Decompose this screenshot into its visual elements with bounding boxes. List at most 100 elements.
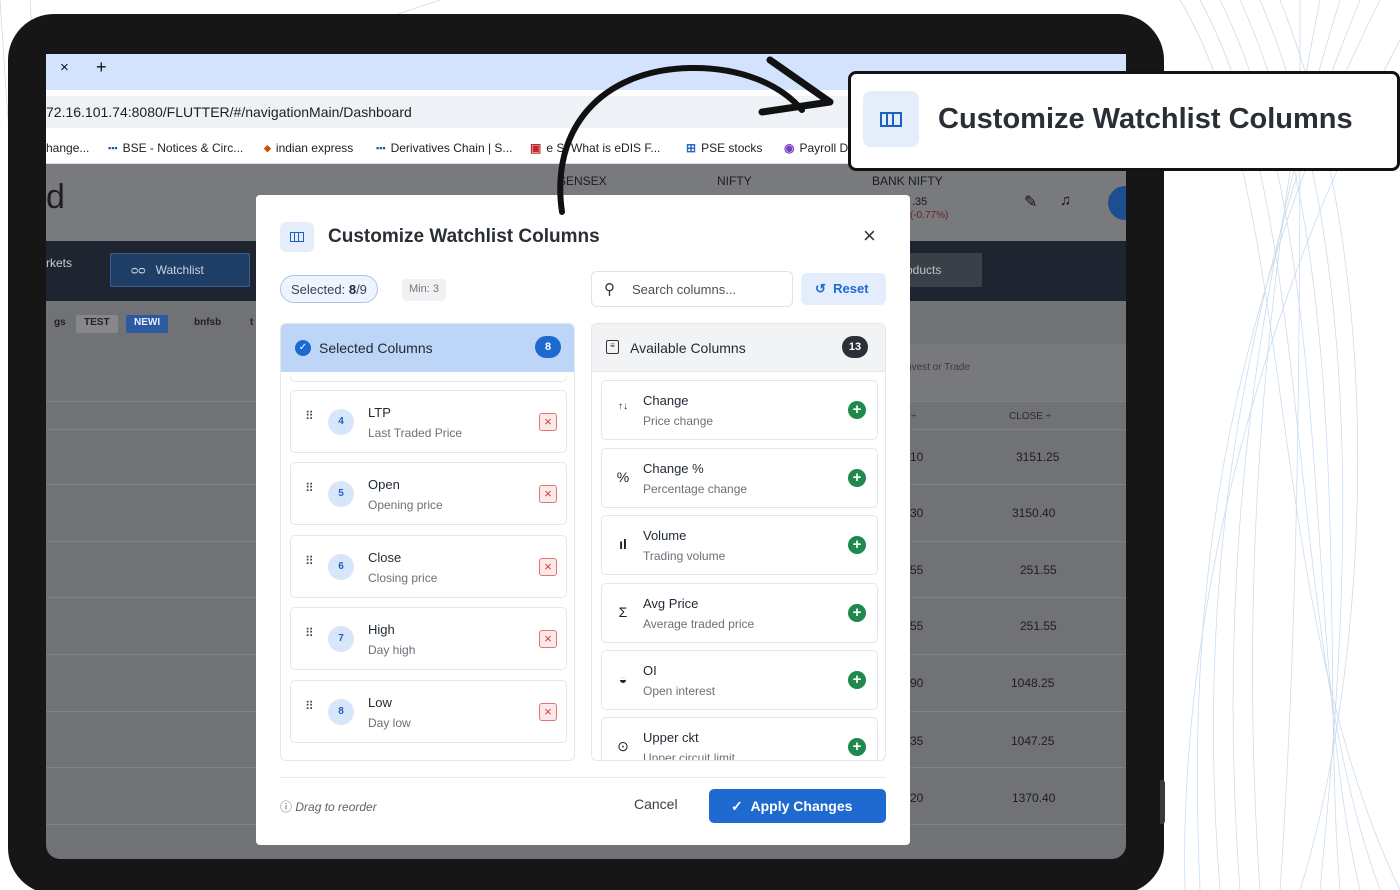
app-logo: d: [46, 178, 65, 216]
edit-icon[interactable]: ✎: [1024, 192, 1037, 212]
close-icon[interactable]: ×: [863, 223, 876, 249]
selected-column-item[interactable]: ⠿ 4 LTP Last Traded Price ×: [290, 390, 567, 453]
bookmark-item[interactable]: ◆ indian express: [264, 141, 353, 155]
cell-close: 1370.40: [1012, 791, 1056, 805]
bookmark-label: indian express: [275, 141, 354, 155]
cell-close: 1047.25: [1011, 734, 1055, 748]
bell-icon[interactable]: ♫: [1060, 192, 1071, 209]
watchlist-tab[interactable]: bnfsb: [186, 315, 229, 333]
remove-icon[interactable]: ×: [539, 630, 557, 648]
reset-icon: ↺: [815, 281, 826, 296]
available-column-item[interactable]: ⊙ Upper ckt Upper circuit limit +: [601, 717, 878, 760]
apply-changes-button[interactable]: ✓ Apply Changes: [709, 789, 886, 823]
selected-column-item[interactable]: ⠿ 6 Close Closing price ×: [290, 535, 567, 598]
column-title: Change: [643, 393, 689, 408]
reset-button[interactable]: ↺ Reset: [801, 273, 886, 305]
index-banknifty-change: (-0.77%): [910, 210, 949, 221]
check-icon: ✓: [731, 798, 743, 814]
cell-close: 3150.40: [1012, 506, 1056, 520]
selected-column-item[interactable]: ⠿ 5 Open Opening price ×: [290, 462, 567, 525]
column-description: Price change: [643, 414, 714, 428]
tab-close-icon[interactable]: ×: [60, 59, 76, 76]
cancel-button[interactable]: Cancel: [634, 796, 678, 812]
drag-hint-label: Drag to reorder: [295, 800, 377, 814]
column-title: Upper ckt: [643, 730, 699, 745]
column-description: Day low: [368, 716, 411, 730]
bookmark-item[interactable]: hange...: [46, 141, 89, 155]
search-icon: ⚲: [604, 281, 615, 298]
add-icon[interactable]: +: [848, 401, 866, 419]
index-banknifty-value: .35: [912, 196, 928, 208]
cell-prev: 90: [910, 676, 924, 690]
column-description: Opening price: [368, 498, 443, 512]
selected-label: Selected:: [291, 282, 346, 297]
cell-close: 1048.25: [1011, 676, 1055, 690]
column-title: Change %: [643, 461, 704, 476]
new-tab-button[interactable]: +: [96, 57, 107, 78]
customize-columns-modal: Customize Watchlist Columns × Selected: …: [256, 195, 910, 845]
available-column-item[interactable]: ↑↓ Change Price change +: [601, 380, 878, 440]
droplet-icon: ◒: [618, 671, 628, 687]
avatar[interactable]: [1108, 186, 1126, 220]
available-column-item[interactable]: % Change % Percentage change +: [601, 448, 878, 508]
info-icon: ⓘ: [280, 800, 293, 814]
add-icon[interactable]: +: [848, 469, 866, 487]
index-banknifty: BANK NIFTY: [872, 174, 943, 188]
table-search-placeholder: nvest or Trade: [906, 362, 970, 373]
circle-arrow-up-icon: ⊙: [617, 738, 629, 754]
cell-close: 251.55: [1020, 619, 1057, 633]
selected-column-item[interactable]: ⠿ 7 High Day high ×: [290, 607, 567, 670]
selected-count: 8: [535, 336, 561, 358]
nav-markets[interactable]: rkets: [46, 256, 72, 270]
remove-icon[interactable]: ×: [539, 413, 557, 431]
diamond-icon: ◆: [264, 142, 271, 153]
binoculars-icon: ᴑᴑ: [131, 263, 146, 277]
cell-prev: 10: [910, 450, 924, 464]
bookmark-item[interactable]: ▪▪▪ BSE - Notices & Circ...: [108, 141, 243, 155]
add-icon[interactable]: +: [848, 671, 866, 689]
drag-handle-icon[interactable]: ⠿: [305, 700, 315, 712]
percent-icon: %: [616, 469, 630, 485]
add-icon[interactable]: +: [848, 604, 866, 622]
bookmark-label: hange...: [46, 141, 90, 155]
bookmark-item[interactable]: ▪▪▪ Derivatives Chain | S...: [376, 141, 512, 155]
drag-hint: ⓘ Drag to reorder: [280, 798, 377, 815]
watchlist-tab[interactable]: gs: [46, 315, 74, 333]
column-title: Open: [368, 477, 400, 492]
add-icon[interactable]: +: [848, 738, 866, 756]
check-circle-icon: ✓: [295, 340, 311, 356]
column-description: Trading volume: [643, 549, 726, 563]
watchlist-tab-active[interactable]: NEWI: [126, 315, 169, 333]
list-item-partial: [290, 376, 567, 382]
cell-prev: 20: [910, 791, 924, 805]
nav-watchlist[interactable]: ᴑᴑ Watchlist: [110, 253, 250, 287]
search-columns-input[interactable]: ⚲ Search columns...: [591, 271, 793, 307]
available-column-item[interactable]: ıl Volume Trading volume +: [601, 515, 878, 575]
min-badge: Min: 3: [402, 279, 446, 301]
remove-icon[interactable]: ×: [539, 558, 557, 576]
column-header-close[interactable]: CLOSE ÷: [1009, 411, 1051, 422]
selected-panel-title: Selected Columns: [319, 340, 433, 356]
drag-handle-icon[interactable]: ⠿: [305, 482, 315, 494]
drag-handle-icon[interactable]: ⠿: [305, 627, 315, 639]
add-icon[interactable]: +: [848, 536, 866, 554]
remove-icon[interactable]: ×: [539, 485, 557, 503]
columns-icon: [863, 91, 919, 147]
column-order-number: 8: [328, 699, 354, 725]
column-description: Percentage change: [643, 482, 748, 496]
drag-handle-icon[interactable]: ⠿: [305, 555, 315, 567]
watchlist-tab[interactable]: TEST: [76, 315, 118, 333]
column-header-prev[interactable]: ÷: [911, 411, 917, 422]
remove-icon[interactable]: ×: [539, 703, 557, 721]
available-column-item[interactable]: ◒ OI Open interest +: [601, 650, 878, 710]
bar-chart-icon: ıl: [619, 536, 627, 552]
drag-handle-icon[interactable]: ⠿: [305, 410, 315, 422]
selected-column-item[interactable]: ⠿ 8 Low Day low ×: [290, 680, 567, 743]
selected-value: 8: [348, 282, 357, 297]
selected-columns-panel: ✓ Selected Columns 8 ⠿ 4 LTP Last Traded…: [280, 323, 575, 761]
cell-prev: 55: [910, 619, 924, 633]
available-column-item[interactable]: Σ Avg Price Average traded price +: [601, 583, 878, 643]
column-title: OI: [643, 663, 657, 678]
cell-close: 251.55: [1020, 563, 1057, 577]
column-title: Volume: [643, 528, 687, 543]
